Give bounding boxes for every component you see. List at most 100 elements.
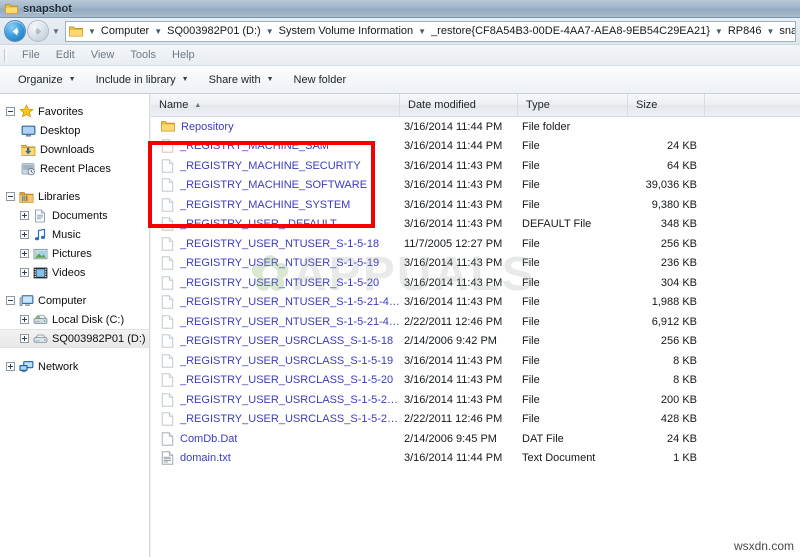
share-with-label: Share with (209, 74, 261, 86)
breadcrumb-separator[interactable]: ▼ (85, 27, 99, 36)
sidebar-item-downloads[interactable]: Downloads (0, 140, 149, 159)
table-row[interactable]: _REGISTRY_MACHINE_SYSTEM3/16/2014 11:43 … (151, 195, 800, 215)
table-row[interactable]: _REGISTRY_USER_NTUSER_S-1-5-193/16/2014 … (151, 254, 800, 274)
breadcrumb-item-drive[interactable]: SQ003982P01 (D:) (165, 24, 263, 38)
new-folder-button[interactable]: New folder (285, 71, 356, 89)
expand-expander-icon[interactable] (18, 210, 30, 222)
table-row[interactable]: _REGISTRY_USER_USRCLASS_S-1-5-193/16/201… (151, 351, 800, 371)
table-row[interactable]: _REGISTRY_MACHINE_SAM3/16/2014 11:44 PMF… (151, 137, 800, 157)
file-name-cell[interactable]: _REGISTRY_USER_USRCLASS_S-1-5-21-426... (151, 412, 400, 426)
column-header-spacer[interactable] (705, 94, 800, 116)
file-name-cell[interactable]: _REGISTRY_USER_NTUSER_S-1-5-20 (151, 276, 400, 290)
file-size-cell: 6,912 KB (628, 316, 705, 328)
sidebar-item-network[interactable]: Network (0, 357, 149, 376)
file-type-cell: File (518, 140, 628, 152)
sidebar-item-recent-places[interactable]: Recent Places (0, 159, 149, 178)
table-row[interactable]: _REGISTRY_MACHINE_SOFTWARE3/16/2014 11:4… (151, 176, 800, 196)
sidebar-item-videos[interactable]: Videos (0, 263, 149, 282)
chevron-down-icon[interactable]: ▼ (49, 20, 63, 42)
table-row[interactable]: _REGISTRY_USER_NTUSER_S-1-5-21-42640...2… (151, 312, 800, 332)
expand-expander-icon[interactable] (18, 229, 30, 241)
column-header-date-modified[interactable]: Date modified (400, 94, 518, 116)
breadcrumb-item-snapshot[interactable]: snapshot (777, 24, 796, 38)
collapse-expander-icon[interactable] (4, 191, 16, 203)
sidebar-item-sq003982p01-d[interactable]: SQ003982P01 (D:) (0, 329, 149, 348)
breadcrumb-separator[interactable]: ▼ (712, 27, 726, 36)
file-name-cell[interactable]: _REGISTRY_USER_USRCLASS_S-1-5-18 (151, 334, 400, 348)
table-row[interactable]: ComDb.Dat2/14/2006 9:45 PMDAT File24 KB (151, 429, 800, 449)
expand-expander-icon[interactable] (18, 333, 30, 345)
table-row[interactable]: _REGISTRY_USER_NTUSER_S-1-5-21-42640...3… (151, 293, 800, 313)
breadcrumb-separator[interactable]: ▼ (151, 27, 165, 36)
file-name-cell[interactable]: _REGISTRY_USER_NTUSER_S-1-5-21-42640... (151, 315, 400, 329)
file-name-cell[interactable]: _REGISTRY_USER_USRCLASS_S-1-5-20 (151, 373, 400, 387)
menu-view[interactable]: View (83, 47, 123, 63)
file-name-cell[interactable]: _REGISTRY_MACHINE_SYSTEM (151, 198, 400, 212)
file-name-cell[interactable]: _REGISTRY_USER_NTUSER_S-1-5-18 (151, 237, 400, 251)
file-name-cell[interactable]: Repository (151, 120, 400, 133)
share-with-button[interactable]: Share with ▼ (200, 71, 283, 89)
file-name-cell[interactable]: ComDb.Dat (151, 432, 400, 446)
table-row[interactable]: _REGISTRY_USER_NTUSER_S-1-5-203/16/2014 … (151, 273, 800, 293)
table-row[interactable]: Repository3/16/2014 11:44 PMFile folder (151, 117, 800, 137)
table-row[interactable]: _REGISTRY_USER_USRCLASS_S-1-5-182/14/200… (151, 332, 800, 352)
sidebar-item-music[interactable]: Music (0, 225, 149, 244)
menu-tools[interactable]: Tools (122, 47, 164, 63)
sidebar-item-libraries[interactable]: Libraries (0, 187, 149, 206)
file-name-cell[interactable]: _REGISTRY_MACHINE_SOFTWARE (151, 178, 400, 192)
file-name-cell[interactable]: _REGISTRY_USER_USRCLASS_S-1-5-21-426... (151, 393, 400, 407)
breadcrumb-item-system-volume-information[interactable]: System Volume Information (277, 24, 416, 38)
breadcrumb[interactable]: ▼ Computer ▼ SQ003982P01 (D:) ▼ System V… (65, 21, 796, 42)
table-row[interactable]: domain.txt3/16/2014 11:44 PMText Documen… (151, 449, 800, 469)
breadcrumb-item-computer[interactable]: Computer (99, 24, 151, 38)
breadcrumb-separator[interactable]: ▼ (263, 27, 277, 36)
forward-arrow-icon[interactable] (27, 20, 49, 42)
file-blank-icon (161, 198, 174, 212)
sidebar-label: SQ003982P01 (D:) (52, 333, 146, 345)
column-header-size[interactable]: Size (628, 94, 705, 116)
sidebar-item-local-disk-c[interactable]: Local Disk (C:) (0, 310, 149, 329)
recent-places-icon (20, 161, 36, 177)
menu-edit[interactable]: Edit (48, 47, 83, 63)
sidebar-item-favorites[interactable]: Favorites (0, 102, 149, 121)
menu-help[interactable]: Help (164, 47, 203, 63)
expand-expander-icon[interactable] (18, 248, 30, 260)
table-row[interactable]: _REGISTRY_MACHINE_SECURITY3/16/2014 11:4… (151, 156, 800, 176)
file-name-cell[interactable]: _REGISTRY_USER_USRCLASS_S-1-5-19 (151, 354, 400, 368)
sidebar-item-computer[interactable]: Computer (0, 291, 149, 310)
sidebar-item-desktop[interactable]: Desktop (0, 121, 149, 140)
file-name-cell[interactable]: domain.txt (151, 451, 400, 465)
organize-button[interactable]: Organize ▼ (9, 71, 85, 89)
table-row[interactable]: _REGISTRY_USER_USRCLASS_S-1-5-21-426...3… (151, 390, 800, 410)
breadcrumb-separator[interactable]: ▼ (763, 27, 777, 36)
file-name-cell[interactable]: _REGISTRY_USER_NTUSER_S-1-5-21-42640... (151, 295, 400, 309)
sidebar-item-documents[interactable]: Documents (0, 206, 149, 225)
table-row[interactable]: _REGISTRY_USER_USRCLASS_S-1-5-203/16/201… (151, 371, 800, 391)
menu-file[interactable]: File (14, 47, 48, 63)
collapse-expander-icon[interactable] (4, 106, 16, 118)
command-bar: Organize ▼ Include in library ▼ Share wi… (0, 66, 800, 94)
column-header-type[interactable]: Type (518, 94, 628, 116)
file-name-cell[interactable]: _REGISTRY_USER_.DEFAULT (151, 217, 400, 231)
sidebar-item-pictures[interactable]: Pictures (0, 244, 149, 263)
collapse-expander-icon[interactable] (4, 295, 16, 307)
breadcrumb-item-restore-guid[interactable]: _restore{CF8A54B3-00DE-4AA7-AEA8-9EB54C2… (429, 24, 712, 38)
file-name-cell[interactable]: _REGISTRY_MACHINE_SAM (151, 139, 400, 153)
include-in-library-button[interactable]: Include in library ▼ (87, 71, 198, 89)
column-header-name[interactable]: Name ▲ (151, 94, 400, 116)
back-arrow-icon[interactable] (4, 20, 26, 42)
expand-expander-icon[interactable] (18, 267, 30, 279)
file-type-cell: File folder (518, 121, 628, 133)
breadcrumb-item-rp846[interactable]: RP846 (726, 24, 764, 38)
expand-expander-icon[interactable] (18, 314, 30, 326)
navigation-pane[interactable]: Favorites Desktop Downloads Recent Place… (0, 94, 150, 557)
expand-expander-icon[interactable] (4, 361, 16, 373)
file-name-cell[interactable]: _REGISTRY_USER_NTUSER_S-1-5-19 (151, 256, 400, 270)
file-size-cell: 8 KB (628, 374, 705, 386)
table-row[interactable]: _REGISTRY_USER_USRCLASS_S-1-5-21-426...2… (151, 410, 800, 430)
file-name-cell[interactable]: _REGISTRY_MACHINE_SECURITY (151, 159, 400, 173)
file-list-pane[interactable]: Name ▲ Date modified Type Size Repositor… (151, 94, 800, 557)
table-row[interactable]: _REGISTRY_USER_NTUSER_S-1-5-1811/7/2005 … (151, 234, 800, 254)
table-row[interactable]: _REGISTRY_USER_.DEFAULT3/16/2014 11:43 P… (151, 215, 800, 235)
breadcrumb-separator[interactable]: ▼ (415, 27, 429, 36)
